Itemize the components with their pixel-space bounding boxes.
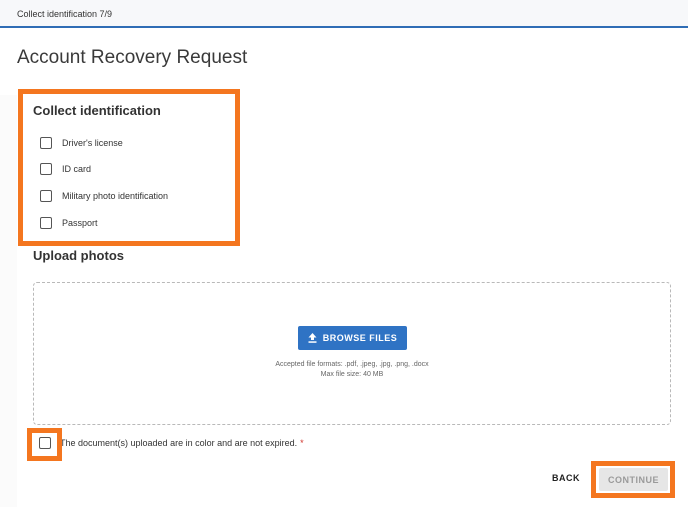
back-button[interactable]: BACK [552, 473, 580, 483]
continue-button-highlight [591, 461, 675, 498]
upload-icon [308, 333, 317, 343]
page-title: Account Recovery Request [17, 47, 248, 68]
left-margin [0, 95, 17, 507]
file-dropzone[interactable]: BROWSE FILES Accepted file formats: .pdf… [33, 282, 671, 425]
browse-files-label: BROWSE FILES [322, 333, 398, 343]
confirmation-label: The document(s) uploaded are in color an… [60, 438, 298, 448]
accepted-formats-hint: Accepted file formats: .pdf, .jpeg, .jpg… [275, 361, 429, 368]
confirmation-checkbox-highlight [27, 428, 62, 461]
step-indicator: Collect identification 7/9 [17, 9, 113, 19]
upload-photos-title: Upload photos [33, 248, 124, 263]
progress-header: Collect identification 7/9 [0, 0, 688, 28]
document-confirmation[interactable]: The document(s) uploaded are in color an… [39, 437, 304, 449]
browse-files-button[interactable]: BROWSE FILES [298, 326, 407, 350]
required-marker: * [300, 438, 304, 448]
collect-identification-highlight [18, 89, 240, 246]
max-size-hint: Max file size: 40 MB [320, 371, 384, 378]
